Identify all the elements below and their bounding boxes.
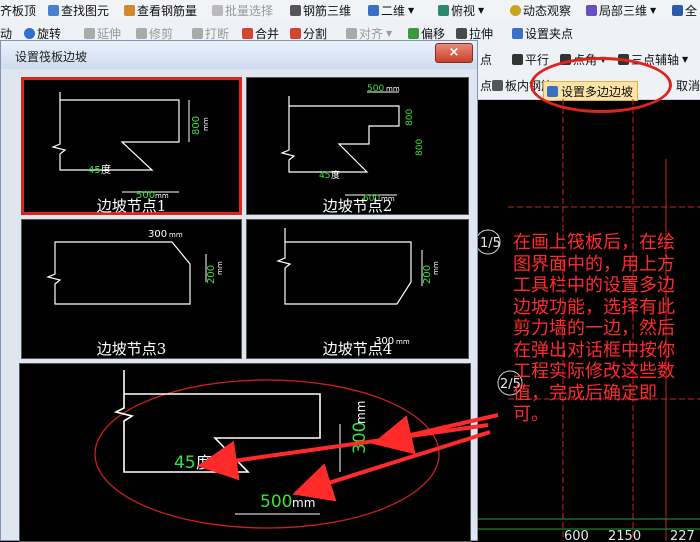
dim-text: 2150 [608, 529, 641, 541]
svg-text:度: 度 [101, 163, 111, 176]
toolbar-item-point-2[interactable]: 点 [480, 77, 492, 94]
dialog-title: 设置筏板边坡 [15, 50, 88, 64]
offset-icon [408, 28, 419, 39]
dropdown-arrow-icon: ▼ [682, 55, 689, 64]
slope-option-4[interactable]: 200 mm 300 mm 边坡节点4 [246, 219, 469, 359]
option-caption: 边坡节点3 [96, 340, 167, 358]
toolbar-item-cancel[interactable]: 取消 [676, 77, 700, 94]
toolbar-item-flush-board-top[interactable]: 齐板顶 [0, 2, 36, 19]
svg-text:500: 500 [260, 492, 292, 512]
slope-diagram-1: 800 mm 45 度 500 mm [51, 92, 210, 201]
svg-text:mm: mm [169, 231, 183, 239]
slope-option-1[interactable]: 800 mm 45 度 500 mm 边坡节点1 [21, 77, 242, 215]
toolbar-item-top-view[interactable]: 俯视 ▼ [438, 2, 484, 19]
dropdown-arrow-icon: ▼ [650, 6, 657, 15]
slope-detail-diagram: 300 mm 45 度 500 mm [94, 370, 440, 529]
rebar-qty-icon [124, 5, 135, 16]
slope-diagram-2: 500 mm 800 800 45 度 600 mm [280, 84, 425, 204]
toolbar-item-find-element[interactable]: 查找图元 [48, 2, 109, 19]
split-icon [290, 28, 301, 39]
slope-option-2[interactable]: 500 mm 800 800 45 度 600 mm 边坡节点2 [246, 77, 469, 215]
svg-text:300: 300 [350, 422, 370, 454]
dialog-titlebar[interactable]: 设置筏板边坡 × [1, 41, 477, 69]
svg-text:mm: mm [386, 85, 400, 93]
merge-icon [242, 28, 253, 39]
toolbar-item-orbit[interactable]: 动态观察 [510, 2, 571, 19]
align-icon [346, 28, 357, 39]
svg-text:mm: mm [202, 117, 210, 131]
instruction-note: 在画上筏板后，在绘图界面中的，用上方工具栏中的设置多边边坡功能，选择有此剪力墙的… [513, 232, 675, 425]
svg-text:45: 45 [174, 453, 196, 473]
grip-icon [512, 28, 523, 39]
toolbar-item-rebar-3d[interactable]: 钢筋三维 [290, 2, 351, 19]
rotate-icon [24, 28, 35, 39]
svg-text:度: 度 [331, 169, 340, 181]
svg-text:mm: mm [432, 261, 440, 275]
svg-text:800: 800 [405, 109, 415, 126]
break-icon [192, 28, 203, 39]
svg-text:800: 800 [191, 116, 202, 135]
svg-text:mm: mm [354, 401, 368, 424]
svg-text:500: 500 [367, 84, 384, 94]
dim-text: 600 [564, 529, 589, 541]
trim-icon [136, 28, 147, 39]
svg-text:45: 45 [88, 165, 101, 176]
dim-text: 227 [670, 529, 695, 541]
toolbar-item-parallel[interactable]: 平行 [512, 51, 549, 68]
toolbar-item-local-3d[interactable]: 局部三维 ▼ [586, 2, 656, 19]
option-caption: 边坡节点4 [322, 340, 393, 358]
rebar-3d-icon [290, 5, 301, 16]
orbit-icon [510, 5, 521, 16]
svg-text:度: 度 [196, 453, 212, 472]
close-button[interactable]: × [435, 43, 473, 63]
axis-label: 1/5 [480, 236, 501, 251]
find-icon [48, 5, 59, 16]
local-3d-icon [586, 5, 597, 16]
slope-settings-dialog: 设置筏板边坡 × 800 mm 45 度 500 mm 边坡节点1 500 mm… [0, 40, 478, 542]
toolbar-item-all[interactable]: 全 [672, 2, 697, 19]
stretch-icon [456, 28, 467, 39]
top-view-icon [438, 5, 449, 16]
slope-detail-preview: 300 mm 45 度 500 mm [19, 363, 471, 542]
svg-text:mm: mm [292, 496, 315, 510]
parallel-icon [512, 54, 523, 65]
toolbar-item-view-rebar[interactable]: 查看钢筋量 [124, 2, 197, 19]
option-caption: 边坡节点2 [322, 197, 393, 215]
dropdown-arrow-icon: ▼ [408, 6, 415, 15]
dropdown-arrow-icon: ▼ [478, 6, 485, 15]
toolbar-item-2d[interactable]: 二维 ▼ [368, 2, 414, 19]
svg-text:800: 800 [415, 139, 425, 156]
svg-text:45: 45 [319, 171, 330, 181]
option-caption: 边坡节点1 [96, 197, 167, 215]
extend-icon [84, 28, 95, 39]
dropdown-arrow-icon: ▼ [386, 29, 393, 38]
svg-text:mm: mm [216, 261, 224, 275]
board-rebar-icon [492, 80, 503, 91]
slope-option-3[interactable]: 300 mm 200 mm 边坡节点3 [21, 219, 242, 359]
main-toolbar: 齐板顶 查找图元 查看钢筋量 批量选择 钢筋三维 二维 ▼ 俯视 ▼ 动态观察 局部… [0, 0, 700, 20]
all-icon [672, 5, 683, 16]
toolbar-item-point[interactable]: 点 [480, 51, 492, 68]
toolbar-item-set-grip[interactable]: 设置夹点 [512, 25, 573, 42]
batch-select-icon [212, 5, 223, 16]
toolbar-item-batch-select[interactable]: 批量选择 [212, 2, 273, 19]
svg-text:300: 300 [148, 229, 167, 240]
2d-icon [368, 5, 379, 16]
